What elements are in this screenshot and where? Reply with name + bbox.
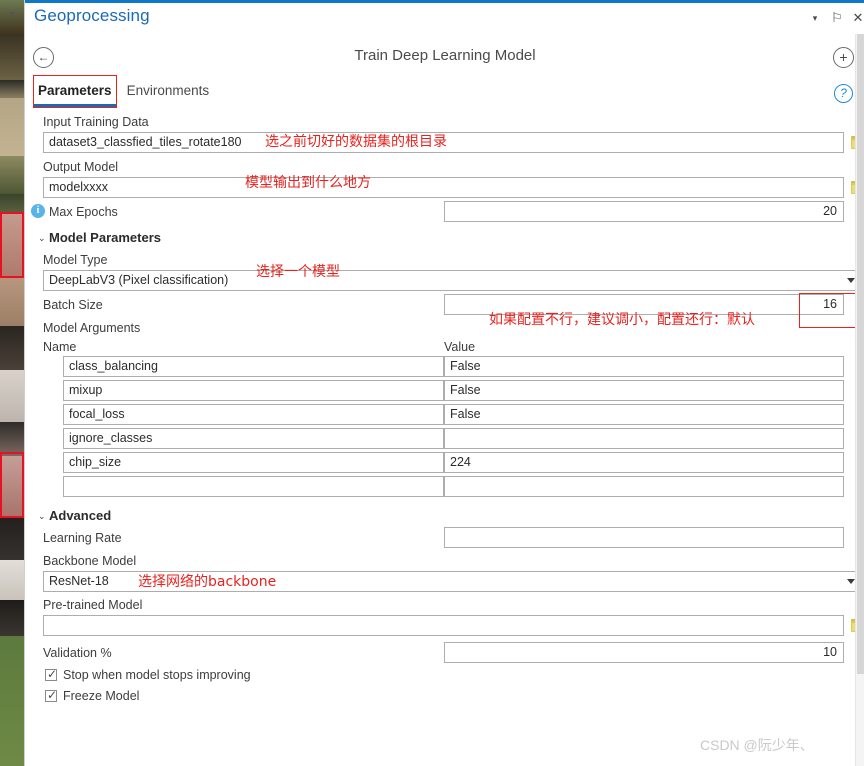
map-texture xyxy=(0,276,24,326)
validation-percent-value: 10 xyxy=(823,645,837,659)
backbone-model-label: Backbone Model xyxy=(43,554,137,568)
table-row-name[interactable]: ignore_classes xyxy=(63,428,444,449)
section-model-parameters[interactable]: ⌄ Model Parameters xyxy=(38,230,161,245)
table-row-name[interactable]: mixup xyxy=(63,380,444,401)
map-texture xyxy=(0,422,24,456)
table-row-value[interactable]: False xyxy=(444,404,844,425)
checkbox-box[interactable]: ✓ xyxy=(45,667,58,681)
table-row-value[interactable]: False xyxy=(444,380,844,401)
column-header-name: Name xyxy=(43,340,77,354)
model-arguments-label: Model Arguments xyxy=(43,321,141,335)
chevron-down-icon[interactable] xyxy=(847,579,855,584)
backbone-model-value: ResNet-18 xyxy=(49,574,109,588)
annotation-batch-size: 如果配置不行，建议调小，配置还行：默认 xyxy=(489,312,755,328)
model-type-value: DeepLabV3 (Pixel classification) xyxy=(49,273,229,287)
section-advanced-label: Advanced xyxy=(49,508,112,523)
cell-name: focal_loss xyxy=(69,407,125,421)
pretrained-model-label: Pre-trained Model xyxy=(43,598,143,612)
map-texture xyxy=(0,34,24,80)
table-row-name[interactable] xyxy=(63,476,444,497)
table-row-value[interactable] xyxy=(444,428,844,449)
column-header-value: Value xyxy=(444,340,476,354)
pretrained-model-field[interactable] xyxy=(43,615,844,636)
cell-name: mixup xyxy=(69,383,103,397)
pane-titlebar: Geoprocessing ▾ ⚐ ✕ xyxy=(25,3,864,33)
map-selection-box xyxy=(0,212,24,278)
model-type-dropdown[interactable]: DeepLabV3 (Pixel classification) xyxy=(43,270,862,291)
geoprocessing-pane: Geoprocessing ▾ ⚐ ✕ ← Train Deep Learnin… xyxy=(24,0,864,766)
cell-name: ignore_classes xyxy=(69,431,153,445)
table-row-name[interactable]: focal_loss xyxy=(63,404,444,425)
learning-rate-label: Learning Rate xyxy=(43,531,122,545)
chevron-down-icon[interactable]: ▾ xyxy=(806,9,824,27)
input-training-data-label: Input Training Data xyxy=(43,115,149,129)
add-to-model-button[interactable]: + xyxy=(833,47,854,68)
help-icon[interactable]: ? xyxy=(834,84,853,103)
map-texture xyxy=(0,194,24,214)
check-icon: ✓ xyxy=(47,667,58,681)
cell-value: False xyxy=(450,359,481,373)
map-texture xyxy=(0,560,24,600)
info-icon[interactable]: i xyxy=(31,204,45,218)
pin-icon[interactable]: ⚐ xyxy=(828,9,846,27)
cell-value: 224 xyxy=(450,455,471,469)
map-texture xyxy=(0,326,24,370)
tool-title: Train Deep Learning Model xyxy=(354,47,536,64)
max-epochs-value: 20 xyxy=(823,204,837,218)
annotation-box-parameters-tab xyxy=(33,75,117,108)
annotation-box-batch-size xyxy=(799,293,856,328)
map-texture xyxy=(0,370,24,422)
output-model-value: modelxxxx xyxy=(49,180,109,194)
cell-name: class_balancing xyxy=(69,359,158,373)
scrollbar-thumb[interactable] xyxy=(857,34,864,674)
tab-environments[interactable]: Environments xyxy=(122,80,215,104)
validation-percent-label: Validation % xyxy=(43,646,112,660)
vertical-scrollbar[interactable] xyxy=(855,34,864,766)
section-advanced[interactable]: ⌄ Advanced xyxy=(38,508,112,523)
validation-percent-field[interactable]: 10 xyxy=(444,642,844,663)
cell-name: chip_size xyxy=(69,455,122,469)
learning-rate-field[interactable] xyxy=(444,527,844,548)
max-epochs-field[interactable]: 20 xyxy=(444,201,844,222)
output-model-field[interactable]: modelxxxx xyxy=(43,177,844,198)
map-texture xyxy=(0,98,24,156)
section-model-parameters-label: Model Parameters xyxy=(49,230,161,245)
table-row-name[interactable]: class_balancing xyxy=(63,356,444,377)
annotation-output-model: 模型输出到什么地方 xyxy=(245,175,371,191)
chevron-down-icon[interactable]: ⌄ xyxy=(38,233,46,243)
close-icon[interactable]: ✕ xyxy=(849,9,864,27)
max-epochs-label: Max Epochs xyxy=(49,205,118,219)
output-model-label: Output Model xyxy=(43,160,119,174)
check-icon: ✓ xyxy=(47,688,58,702)
map-texture xyxy=(0,516,24,560)
map-texture xyxy=(0,600,24,636)
table-row-value[interactable] xyxy=(444,476,844,497)
annotation-input-training-data: 选之前切好的数据集的根目录 xyxy=(265,134,447,150)
table-row-name[interactable]: chip_size xyxy=(63,452,444,473)
map-texture xyxy=(0,80,24,98)
cell-value: False xyxy=(450,407,481,421)
map-selection-box xyxy=(0,452,24,518)
map-texture xyxy=(0,156,24,194)
annotation-backbone-model: 选择网络的backbone xyxy=(138,574,277,590)
table-row-value[interactable]: False xyxy=(444,356,844,377)
chevron-down-icon[interactable] xyxy=(847,278,855,283)
batch-size-label: Batch Size xyxy=(43,298,103,312)
pane-title: Geoprocessing xyxy=(34,6,150,25)
checkbox-box[interactable]: ✓ xyxy=(45,688,58,702)
parameters-form: Input Training Data dataset3_classfied_t… xyxy=(25,108,864,720)
map-view-strip[interactable]: ▾ xyxy=(0,0,24,766)
checkbox-label: Freeze Model xyxy=(63,689,140,703)
input-training-data-value: dataset3_classfied_tiles_rotate180 xyxy=(49,135,242,149)
map-texture xyxy=(0,636,24,766)
cell-value: False xyxy=(450,383,481,397)
model-type-label: Model Type xyxy=(43,253,108,267)
annotation-model-type: 选择一个模型 xyxy=(256,264,340,280)
checkbox-label: Stop when model stops improving xyxy=(63,668,251,682)
chevron-down-icon[interactable]: ⌄ xyxy=(38,511,46,521)
watermark: CSDN @阮少年、 xyxy=(700,737,814,753)
chevron-down-icon[interactable]: ▾ xyxy=(5,8,19,22)
table-row-value[interactable]: 224 xyxy=(444,452,844,473)
